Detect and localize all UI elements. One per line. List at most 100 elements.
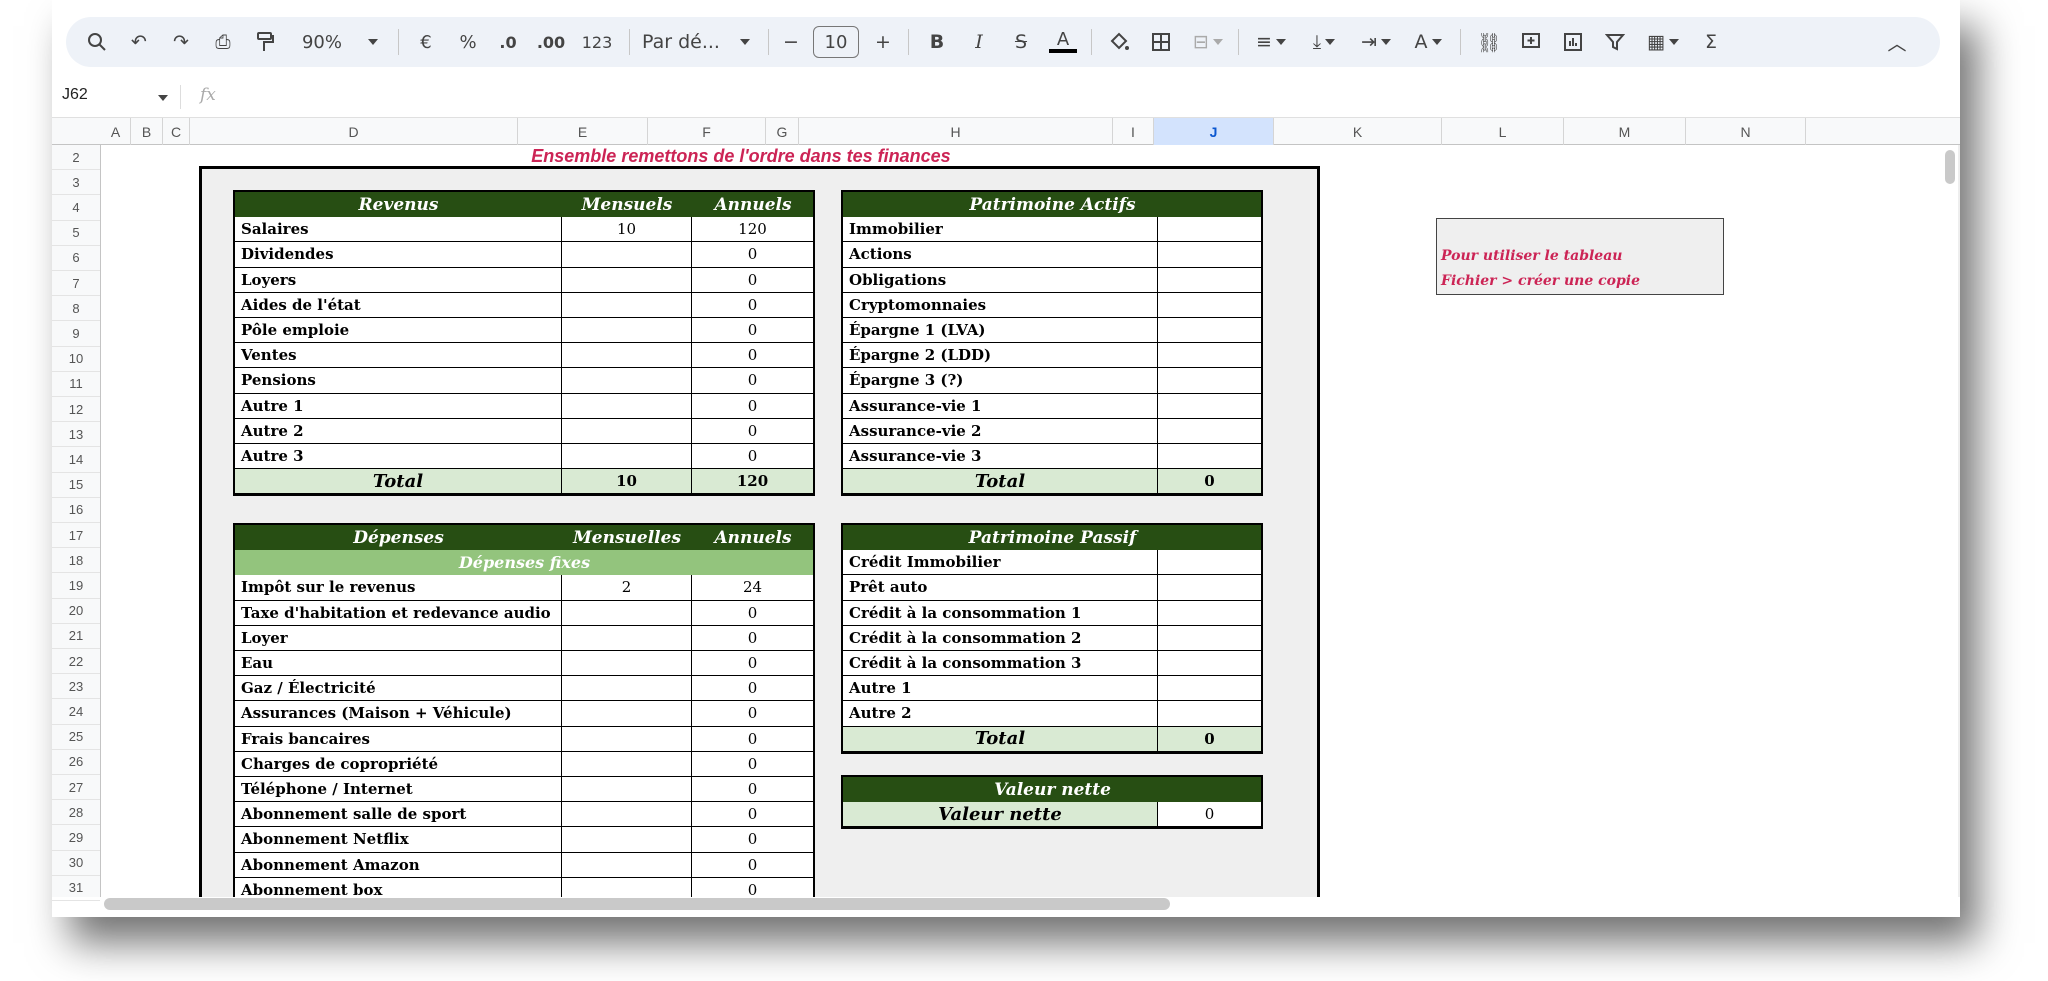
row-header-16[interactable]: 16 xyxy=(52,498,100,523)
formula-input[interactable] xyxy=(242,86,1842,108)
merge-cells-icon[interactable]: ⊟ xyxy=(1186,27,1230,57)
row-header-5[interactable]: 5 xyxy=(52,221,100,246)
column-header-e[interactable]: E xyxy=(518,118,648,145)
note-line-2: Fichier > créer une copie xyxy=(1441,273,1641,289)
font-select[interactable]: Par dé... xyxy=(642,27,734,57)
row-header-2[interactable]: 2 xyxy=(52,145,100,171)
decrease-decimal-button[interactable]: .0 xyxy=(492,27,524,57)
row-header-11[interactable]: 11 xyxy=(52,372,100,397)
undo-icon[interactable]: ↶ xyxy=(124,27,154,57)
strikethrough-icon[interactable]: S xyxy=(1006,27,1036,57)
horizontal-scrollbar[interactable] xyxy=(104,898,1170,910)
column-header-h[interactable]: H xyxy=(799,118,1113,145)
bold-icon[interactable]: B xyxy=(922,27,952,57)
row-header-30[interactable]: 30 xyxy=(52,851,100,876)
row-header-17[interactable]: 17 xyxy=(52,523,100,549)
column-header-d[interactable]: D xyxy=(190,118,518,145)
zoom-select[interactable]: 90% xyxy=(288,27,356,57)
fx-icon: fx xyxy=(200,85,216,105)
column-header-i[interactable]: I xyxy=(1113,118,1154,145)
row-header-14[interactable]: 14 xyxy=(52,447,100,473)
column-header-m[interactable]: M xyxy=(1564,118,1686,145)
row-header-19[interactable]: 19 xyxy=(52,573,100,599)
increase-font-size-icon[interactable]: + xyxy=(870,27,896,57)
row-header-26[interactable]: 26 xyxy=(52,750,100,775)
vertical-scrollbar[interactable] xyxy=(1945,150,1955,184)
chevron-down-icon[interactable] xyxy=(738,27,752,57)
row-header-7[interactable]: 7 xyxy=(52,271,100,297)
passif-table-border xyxy=(841,523,1263,754)
spreadsheet-window: ↶ ↷ ⎙ 90% € % .0 .00 123 Par dé... − 10 … xyxy=(52,0,1960,917)
text-rotation-icon[interactable]: A xyxy=(1406,27,1450,57)
actifs-table-border xyxy=(841,190,1263,497)
instruction-note: Pour utiliser le tableau Fichier > créer … xyxy=(1436,218,1724,295)
row-header-4[interactable]: 4 xyxy=(52,195,100,221)
sheet-title: Ensemble remettons de l'ordre dans tes f… xyxy=(531,146,951,166)
collapse-toolbar-icon[interactable]: ︿ xyxy=(1882,27,1912,57)
column-header-f[interactable]: F xyxy=(648,118,766,145)
print-icon[interactable]: ⎙ xyxy=(208,27,238,57)
font-size-input[interactable]: 10 xyxy=(813,26,859,58)
depenses-table-border xyxy=(233,523,815,897)
fill-color-icon[interactable] xyxy=(1104,27,1134,57)
increase-decimal-button[interactable]: .00 xyxy=(533,27,569,57)
decrease-font-size-icon[interactable]: − xyxy=(778,27,804,57)
column-header-b[interactable]: B xyxy=(131,118,163,145)
row-header-18[interactable]: 18 xyxy=(52,548,100,574)
column-header-l[interactable]: L xyxy=(1442,118,1564,145)
formula-bar: J62 fx xyxy=(52,76,1960,118)
row-header-24[interactable]: 24 xyxy=(52,699,100,725)
row-header-29[interactable]: 29 xyxy=(52,825,100,851)
chart-icon[interactable] xyxy=(1558,27,1588,57)
row-header-28[interactable]: 28 xyxy=(52,800,100,826)
column-header-j[interactable]: J xyxy=(1154,118,1274,145)
column-header-k[interactable]: K xyxy=(1274,118,1442,145)
row-header-15[interactable]: 15 xyxy=(52,473,100,498)
column-headers: ABCDEFGHIJKLMN xyxy=(52,118,1960,145)
horizontal-align-icon[interactable]: ≡ xyxy=(1248,27,1294,57)
row-headers: 2 3 4 5 6 7 8 9 10 11 12 13 14 15 16 17 18 19 20 21 22 23 24 25… xyxy=(52,145,101,901)
row-header-20[interactable]: 20 xyxy=(52,599,100,624)
row-header-22[interactable]: 22 xyxy=(52,649,100,675)
row-header-31[interactable]: 31 xyxy=(52,876,100,901)
row-header-10[interactable]: 10 xyxy=(52,347,100,372)
format-percent-button[interactable]: % xyxy=(455,27,481,57)
valeur-nette-border xyxy=(841,775,1263,830)
note-line-1: Pour utiliser le tableau xyxy=(1441,248,1623,264)
row-header-3[interactable]: 3 xyxy=(52,170,100,196)
sheet-grid[interactable]: Ensemble remettons de l'ordre dans tes f… xyxy=(101,145,1960,897)
column-header-g[interactable]: G xyxy=(766,118,799,145)
row-header-13[interactable]: 13 xyxy=(52,422,100,448)
toolbar: ↶ ↷ ⎙ 90% € % .0 .00 123 Par dé... − 10 … xyxy=(66,17,1940,67)
borders-icon[interactable] xyxy=(1146,27,1176,57)
number-format-button[interactable]: 123 xyxy=(577,27,617,57)
name-box[interactable]: J62 xyxy=(62,86,122,104)
link-icon[interactable]: ⛓ xyxy=(1474,27,1504,57)
row-header-27[interactable]: 27 xyxy=(52,775,100,801)
text-wrap-icon[interactable]: ⇥ xyxy=(1354,27,1398,57)
row-header-6[interactable]: 6 xyxy=(52,246,100,271)
paint-format-icon[interactable] xyxy=(250,27,280,57)
search-icon[interactable] xyxy=(82,27,112,57)
filter-icon[interactable] xyxy=(1600,27,1630,57)
chevron-down-icon[interactable] xyxy=(158,95,168,101)
chevron-down-icon[interactable] xyxy=(366,27,380,57)
filter-views-icon[interactable]: ▦ xyxy=(1640,27,1686,57)
text-color-icon[interactable]: A xyxy=(1046,27,1080,57)
comment-icon[interactable] xyxy=(1516,27,1546,57)
redo-icon[interactable]: ↷ xyxy=(166,27,196,57)
functions-icon[interactable]: Σ xyxy=(1696,27,1726,57)
format-currency-button[interactable]: € xyxy=(413,27,439,57)
italic-icon[interactable]: I xyxy=(964,27,994,57)
row-header-9[interactable]: 9 xyxy=(52,321,100,347)
row-header-23[interactable]: 23 xyxy=(52,674,100,700)
row-header-21[interactable]: 21 xyxy=(52,624,100,649)
revenus-table-border xyxy=(233,190,815,497)
row-header-12[interactable]: 12 xyxy=(52,397,100,423)
column-header-c[interactable]: C xyxy=(163,118,190,145)
column-header-a[interactable]: A xyxy=(101,118,131,145)
row-header-25[interactable]: 25 xyxy=(52,725,100,750)
column-header-n[interactable]: N xyxy=(1686,118,1806,145)
vertical-align-icon[interactable]: ⤓ xyxy=(1302,27,1346,57)
row-header-8[interactable]: 8 xyxy=(52,296,100,322)
